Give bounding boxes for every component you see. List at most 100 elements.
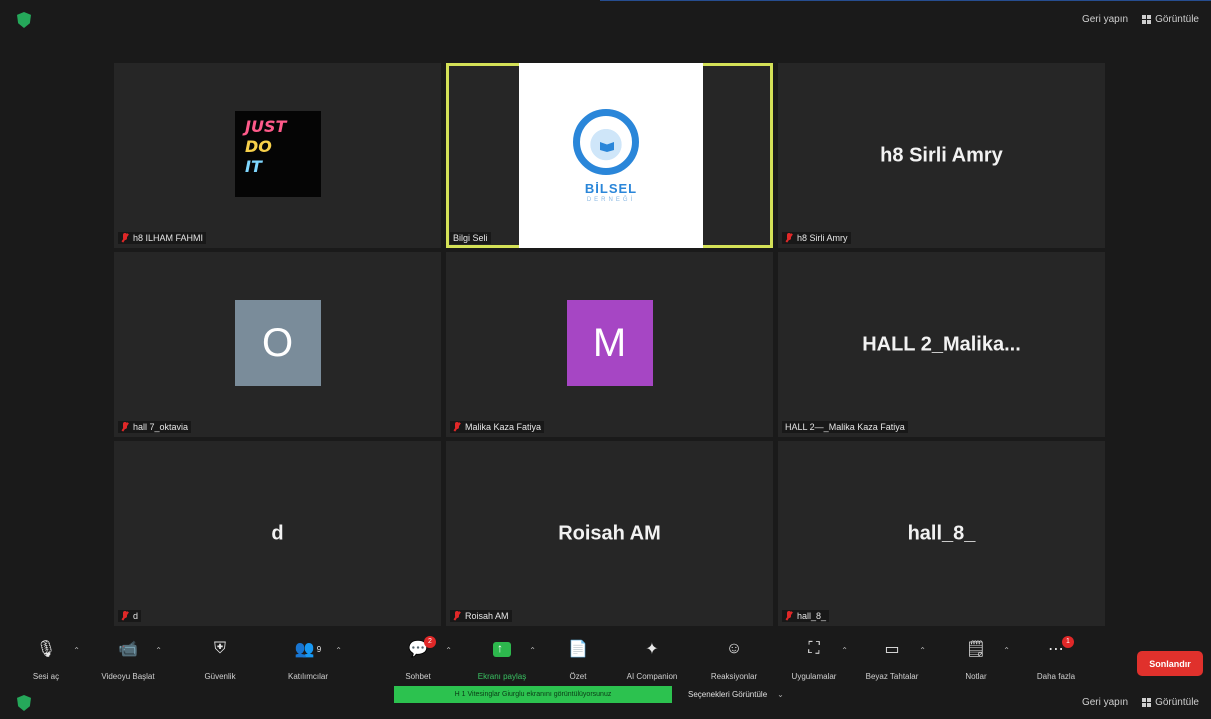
toolbar-label: Özet <box>569 672 587 681</box>
participants-count: 9 <box>316 644 322 654</box>
encryption-shield-icon[interactable] <box>17 695 31 711</box>
logo-subtext: DERNEĞİ <box>586 197 636 203</box>
reaction-icon: ☺ <box>725 640 743 657</box>
chevron-up-icon[interactable]: ⌃ <box>1003 646 1010 655</box>
participant-name-label: h8 Sirli Amry <box>782 232 851 244</box>
participant-tile[interactable]: hall_8_ hall_8_ <box>778 441 1105 626</box>
muted-mic-icon <box>121 233 129 243</box>
toolbar-label: Sohbet <box>405 672 431 681</box>
end-meeting-button[interactable]: Sonlandır <box>1137 651 1203 676</box>
toolbar-label: Notlar <box>965 672 987 681</box>
toolbar-label: AI Companion <box>626 672 678 681</box>
participant-name-label: Roisah AM <box>450 610 512 622</box>
security-shield-icon: ⛨ <box>213 640 226 657</box>
participant-tile[interactable]: JUST DO IT h8 ILHAM FAHMI <box>114 63 441 248</box>
muted-mic-icon <box>121 422 129 432</box>
participant-name: h8 Sirli Amry <box>797 233 848 243</box>
participant-avatar: M <box>566 300 653 386</box>
view-options-dropdown[interactable]: Seçenekleri Görüntüle ⌄ <box>680 686 820 703</box>
participant-name-label: HALL 2—_Malika Kaza Fatiya <box>782 421 908 433</box>
toolbar-ai-companion-button[interactable]: ✦ AI Companion <box>612 638 692 681</box>
participant-tile[interactable]: d d <box>114 441 441 626</box>
participant-name-label: d <box>118 610 142 622</box>
chevron-up-icon[interactable]: ⌃ <box>919 646 926 655</box>
participant-name: Malika Kaza Fatiya <box>465 422 542 432</box>
participant-tile[interactable]: HALL 2_Malika... HALL 2—_Malika Kaza Fat… <box>778 252 1105 437</box>
view-button[interactable]: Görüntüle <box>1142 697 1199 708</box>
top-right-controls: Geri yapın Görüntüle <box>1082 14 1199 25</box>
participant-name-label: Bilgi Seli <box>450 232 491 244</box>
participant-display-name: Roisah AM <box>558 522 661 544</box>
view-button[interactable]: Görüntüle <box>1142 14 1199 25</box>
toolbar-label: Reaksiyonlar <box>710 672 758 681</box>
toolbar-participants-button[interactable]: 👥 9 ⌃ Katılımcılar <box>268 638 348 681</box>
chevron-up-icon[interactable]: ⌃ <box>529 646 536 655</box>
chevron-up-icon[interactable]: ⌃ <box>335 646 342 655</box>
image-text-line: JUST <box>245 117 287 136</box>
toolbar-reactions-button[interactable]: ☺ Reaksiyonlar <box>694 638 774 681</box>
participant-name: d <box>133 611 139 621</box>
shared-logo-image: BİLSEL DERNEĞİ <box>519 63 703 248</box>
book-icon <box>600 142 614 152</box>
chevron-up-icon[interactable]: ⌃ <box>155 646 162 655</box>
exit-fullscreen-button[interactable]: Geri yapın <box>1082 697 1128 708</box>
participant-name-label: hall 7_oktavia <box>118 421 192 433</box>
participant-name: h8 ILHAM FAHMI <box>133 233 204 243</box>
toolbar-label: Daha fazla <box>1036 672 1076 681</box>
participant-tile[interactable]: Roisah AM Roisah AM <box>446 441 773 626</box>
muted-mic-icon <box>121 611 129 621</box>
toolbar-notes-button[interactable]: 🗒 ⌃ Notlar <box>936 638 1016 681</box>
participant-name-label: Malika Kaza Fatiya <box>450 421 545 433</box>
chevron-down-icon: ⌄ <box>777 690 784 699</box>
participant-name: HALL 2—_Malika Kaza Fatiya <box>785 422 905 432</box>
view-button-label: Görüntüle <box>1155 14 1199 25</box>
participant-tile-active-speaker[interactable]: BİLSEL DERNEĞİ Bilgi Seli <box>446 63 773 248</box>
grid-view-icon <box>1142 698 1152 707</box>
participant-tile[interactable]: M Malika Kaza Fatiya <box>446 252 773 437</box>
grid-view-icon <box>1142 15 1152 24</box>
participant-tile[interactable]: h8 Sirli Amry h8 Sirli Amry <box>778 63 1105 248</box>
more-dots-icon: ⋯ <box>1048 641 1064 658</box>
summary-doc-icon: 📄 <box>568 641 588 658</box>
exit-fullscreen-button[interactable]: Geri yapın <box>1082 14 1128 25</box>
participant-display-name: d <box>271 522 284 544</box>
view-button-label: Görüntüle <box>1155 697 1199 708</box>
participant-image: JUST DO IT <box>235 111 321 197</box>
muted-mic-icon <box>453 422 461 432</box>
toolbar-unmute-button[interactable]: 🎙 ⌃ Sesi aç <box>6 638 86 681</box>
view-options-label: Seçenekleri Görüntüle <box>688 690 768 699</box>
toolbar-label: Ekranı paylaş <box>477 672 527 681</box>
participant-display-name: HALL 2_Malika... <box>862 333 1021 355</box>
more-badge: 1 <box>1062 636 1074 648</box>
toolbar-apps-button[interactable]: ⛶ ⌃ Uygulamalar <box>774 638 854 681</box>
toolbar-whiteboards-button[interactable]: ▭ ⌃ Beyaz Tahtalar <box>852 638 932 681</box>
muted-mic-icon <box>785 233 793 243</box>
encryption-shield-icon[interactable] <box>17 12 31 28</box>
logo-text: BİLSEL <box>584 181 638 196</box>
toolbar-more-button[interactable]: ⋯ 1 Daha fazla <box>1016 636 1096 681</box>
participant-name: Bilgi Seli <box>453 233 488 243</box>
toolbar-security-button[interactable]: ⛨ Güvenlik <box>180 638 260 681</box>
toolbar-summary-button[interactable]: 📄 Özet <box>538 638 618 681</box>
participant-name: hall 7_oktavia <box>133 422 189 432</box>
video-gallery: JUST DO IT h8 ILHAM FAHMI BİLSEL DERNEĞİ… <box>114 63 1105 627</box>
participant-tile[interactable]: O hall 7_oktavia <box>114 252 441 437</box>
toolbar-start-video-button[interactable]: 📹 ⌃ Videoyu Başlat <box>88 638 168 681</box>
participant-name-label: h8 ILHAM FAHMI <box>118 232 207 244</box>
chevron-up-icon[interactable]: ⌃ <box>73 646 80 655</box>
toolbar-label: Güvenlik <box>204 672 236 681</box>
toolbar-label: Beyaz Tahtalar <box>865 672 919 681</box>
meeting-toolbar: 🎙 ⌃ Sesi aç 📹 ⌃ Videoyu Başlat ⛨ Güvenli… <box>0 632 1211 688</box>
screen-share-notice: H 1 Vitesinglar Giurglu ekranını görüntü… <box>394 686 672 703</box>
participant-avatar: O <box>234 300 321 386</box>
participant-name-label: hall_8_ <box>782 610 830 622</box>
chevron-up-icon[interactable]: ⌃ <box>445 646 452 655</box>
toolbar-label: Sesi aç <box>32 672 60 681</box>
window-edge-accent <box>600 0 1211 6</box>
toolbar-share-screen-button[interactable]: ⌃ Ekranı paylaş <box>462 638 542 682</box>
muted-mic-icon <box>785 611 793 621</box>
toolbar-chat-button[interactable]: 💬 2 ⌃ Sohbet <box>378 636 458 681</box>
participant-display-name: hall_8_ <box>907 522 976 544</box>
chevron-up-icon[interactable]: ⌃ <box>841 646 848 655</box>
participant-display-name: h8 Sirli Amry <box>880 144 1003 166</box>
